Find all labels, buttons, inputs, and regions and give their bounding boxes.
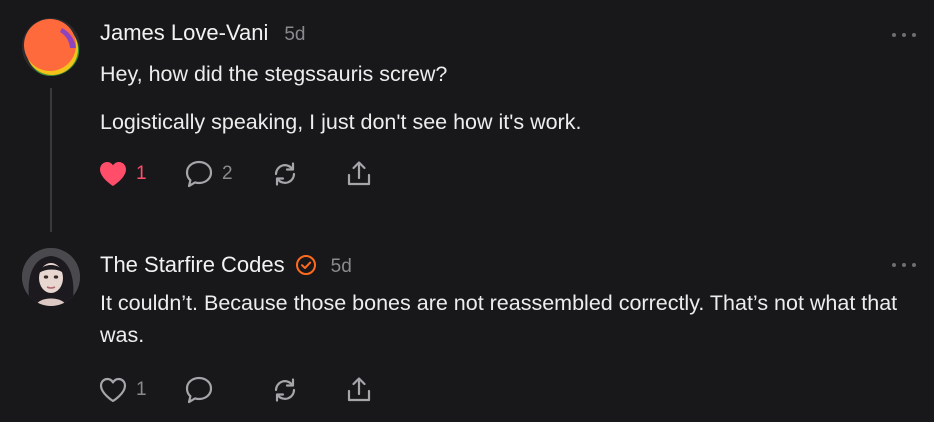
post-text: Hey, how did the stegssauris screw?: [100, 62, 448, 86]
like-count: 1: [136, 163, 147, 184]
share-upload-icon: [347, 161, 371, 186]
like-button[interactable]: 1: [98, 157, 184, 191]
post-header: The Starfire Codes 5d: [100, 252, 352, 278]
verified-badge-icon: [295, 254, 317, 276]
reply-count: 2: [222, 163, 233, 184]
reply-button[interactable]: 2: [184, 157, 270, 191]
post-actions: 1: [98, 373, 384, 407]
repost-button[interactable]: [270, 157, 344, 191]
thread-view: James Love-Vani 5d Hey, how did the steg…: [0, 0, 934, 422]
heart-filled-icon: [100, 162, 126, 186]
repost-arrows-icon: [274, 162, 296, 186]
more-options-icon[interactable]: [892, 28, 916, 42]
share-button[interactable]: [344, 157, 384, 191]
avatar[interactable]: [22, 18, 80, 76]
repost-button[interactable]: [270, 373, 344, 407]
share-upload-icon: [347, 377, 371, 402]
heart-outline-icon: [99, 377, 127, 403]
post-header: James Love-Vani 5d: [100, 20, 305, 46]
post-text: Logistically speaking, I just don't see …: [100, 110, 582, 134]
profile-photo-avatar-icon: [22, 248, 80, 306]
comment-bubble-icon: [185, 376, 213, 404]
like-count: 1: [136, 379, 147, 400]
post-actions: 1 2: [98, 157, 384, 191]
thread-connector-line: [50, 88, 52, 232]
more-options-icon[interactable]: [892, 258, 916, 272]
post-text: It couldn’t. Because those bones are not…: [100, 291, 898, 347]
repost-arrows-icon: [274, 378, 296, 402]
author-name[interactable]: The Starfire Codes: [100, 252, 285, 278]
reply-button[interactable]: [184, 373, 270, 407]
author-name[interactable]: James Love-Vani: [100, 20, 268, 46]
comment-bubble-icon: [185, 160, 213, 188]
post-timestamp: 5d: [284, 24, 306, 45]
abstract-circle-avatar-icon: [22, 18, 80, 76]
avatar[interactable]: [22, 248, 80, 306]
like-button[interactable]: 1: [98, 373, 184, 407]
post-timestamp: 5d: [330, 256, 352, 277]
share-button[interactable]: [344, 373, 384, 407]
